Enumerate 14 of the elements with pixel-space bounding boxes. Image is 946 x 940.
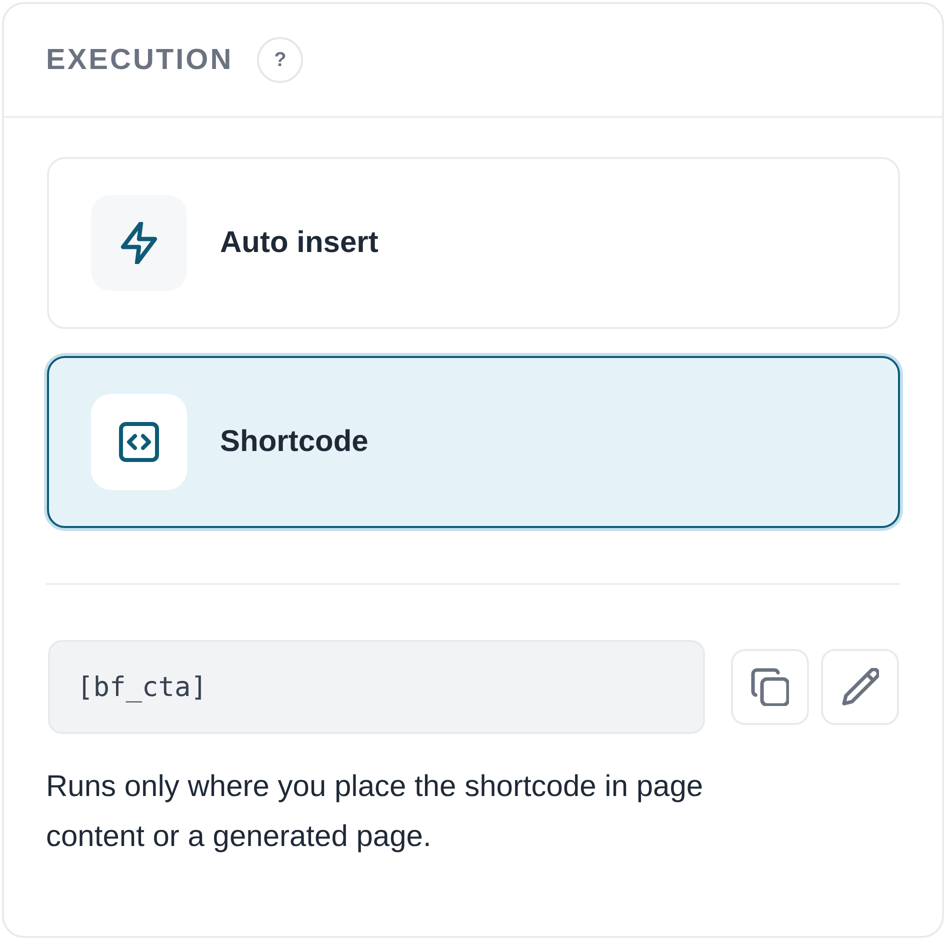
option-label: Shortcode <box>220 425 368 459</box>
option-card[interactable]: Auto insert <box>47 157 900 329</box>
copy-button[interactable] <box>731 649 809 725</box>
description-text: Runs only where you place the shortcode in page content or a generated page. <box>46 769 704 855</box>
section-title: EXECUTION <box>46 44 234 76</box>
help-button[interactable]: ? <box>257 37 304 83</box>
option-card[interactable]: Shortcode <box>47 356 900 528</box>
code-icon <box>119 422 159 462</box>
pencil-icon <box>841 668 879 706</box>
edit-button[interactable] <box>821 649 899 725</box>
lightning-icon <box>120 222 158 264</box>
shortcode-field[interactable]: [bf_cta] <box>48 640 705 734</box>
copy-icon <box>751 668 789 706</box>
option-label: Auto insert <box>220 226 378 260</box>
